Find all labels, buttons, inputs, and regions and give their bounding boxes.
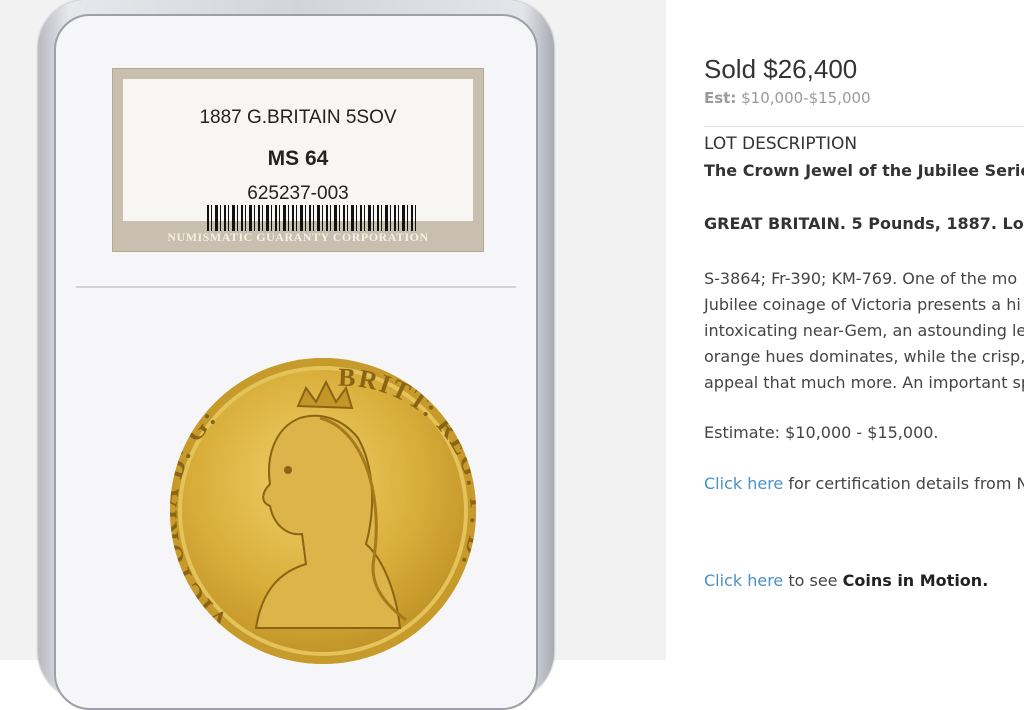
estimate-label: Est:	[704, 89, 737, 107]
coin-artwork: VICTORIA D: G: BRITT: REG: F: D:	[170, 363, 476, 636]
description-line: orange hues dominates, while the crisp,	[704, 347, 1024, 366]
lot-image-panel[interactable]: 1887 G.BRITAIN 5SOV MS 64 625237-003 NUM…	[0, 0, 666, 710]
lot-description-body: S-3864; Fr-390; KM-769. One of the mo Ju…	[704, 266, 1024, 396]
coin-legend-left: VICTORIA D: G:	[170, 402, 234, 636]
estimate-value: $10,000-$15,000	[741, 89, 871, 107]
portrait-bust	[254, 414, 402, 629]
cert-number: 625237-003	[247, 183, 349, 204]
slab-holder: 1887 G.BRITAIN 5SOV MS 64 625237-003 NUM…	[54, 14, 538, 710]
cert-grade: MS 64	[267, 147, 329, 170]
description-line: appeal that much more. An important sp	[704, 373, 1024, 392]
coins-in-motion-line: Click here to see Coins in Motion.	[704, 571, 988, 590]
barcode	[207, 205, 419, 231]
lot-subject: GREAT BRITAIN. 5 Pounds, 1887. Lond	[704, 214, 1024, 233]
lot-details-panel: Sold $26,400 Est: $10,000-$15,000 LOT DE…	[666, 0, 1024, 660]
certification-link-suffix: for certification details from N	[783, 474, 1024, 493]
certification-label: 1887 G.BRITAIN 5SOV MS 64 625237-003 NUM…	[112, 68, 484, 252]
lot-headline: The Crown Jewel of the Jubilee Series	[704, 161, 1024, 180]
ngc-slab: 1887 G.BRITAIN 5SOV MS 64 625237-003 NUM…	[38, 0, 554, 710]
portrait-eye	[284, 466, 292, 474]
slab-divider	[76, 286, 516, 288]
cert-coin-title: 1887 G.BRITAIN 5SOV	[199, 107, 397, 128]
description-line: intoxicating near-Gem, an astounding le	[704, 321, 1024, 340]
sold-price: Sold $26,400	[704, 54, 858, 84]
description-line: Jubilee coinage of Victoria presents a h…	[704, 295, 1021, 314]
coins-in-motion-label: Coins in Motion.	[842, 571, 989, 590]
grading-service-name: NUMISMATIC GUARANTY CORPORATION	[167, 230, 429, 244]
certification-link-line: Click here for certification details fro…	[704, 474, 1024, 493]
certification-details-link[interactable]: Click here	[704, 474, 783, 493]
coins-in-motion-middle: to see	[783, 571, 843, 590]
certification-label-card: 1887 G.BRITAIN 5SOV MS 64 625237-003	[123, 79, 473, 231]
estimate-line: Estimate: $10,000 - $15,000.	[704, 423, 939, 442]
divider	[704, 126, 1024, 127]
coins-in-motion-link[interactable]: Click here	[704, 571, 783, 590]
gold-coin: VICTORIA D: G: BRITT: REG: F: D:	[170, 358, 476, 664]
lot-description-heading: LOT DESCRIPTION	[704, 134, 858, 154]
description-line: S-3864; Fr-390; KM-769. One of the mo	[704, 269, 1018, 288]
estimate-summary: Est: $10,000-$15,000	[704, 89, 871, 107]
